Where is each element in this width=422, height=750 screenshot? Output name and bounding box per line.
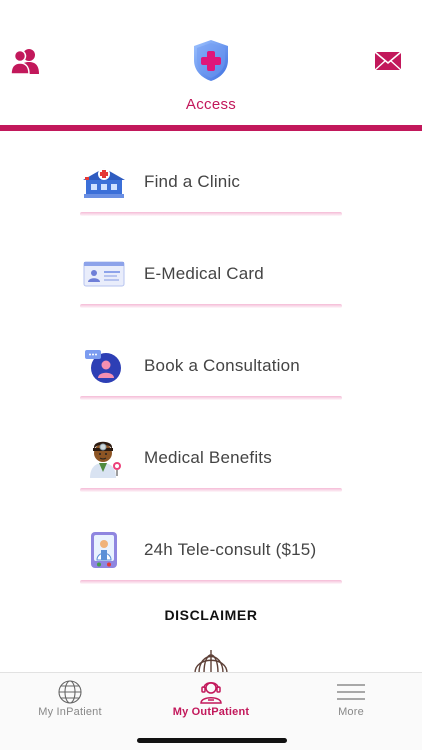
disclaimer-link[interactable]: DISCLAIMER bbox=[0, 607, 422, 623]
menu-item-label: Book a Consultation bbox=[144, 356, 300, 375]
menu-item-medical-benefits[interactable]: Medical Benefits bbox=[80, 412, 342, 504]
doctor-icon bbox=[81, 435, 127, 481]
profile-group-icon[interactable] bbox=[10, 47, 40, 75]
medical-shield-icon bbox=[189, 38, 233, 82]
menu-item-book-consultation[interactable]: Book a Consultation bbox=[80, 320, 342, 412]
headset-person-icon bbox=[197, 680, 225, 704]
menu-item-label: 24h Tele-consult ($15) bbox=[144, 540, 317, 559]
menu-item-label: E-Medical Card bbox=[144, 264, 264, 283]
item-divider bbox=[80, 488, 342, 492]
brand-logo-icon bbox=[192, 648, 230, 674]
item-divider bbox=[80, 396, 342, 400]
globe-icon bbox=[56, 680, 84, 704]
app-header: Access bbox=[0, 0, 422, 131]
mail-icon[interactable] bbox=[374, 50, 402, 72]
tab-my-outpatient[interactable]: My OutPatient bbox=[141, 673, 281, 729]
home-indicator bbox=[137, 738, 287, 743]
tab-label: My OutPatient bbox=[172, 706, 250, 718]
tab-label: More bbox=[338, 706, 364, 718]
menu-item-label: Medical Benefits bbox=[144, 448, 272, 467]
item-divider bbox=[80, 212, 342, 216]
tab-my-inpatient[interactable]: My InPatient bbox=[0, 673, 140, 729]
id-card-icon bbox=[81, 251, 127, 297]
menu-item-find-clinic[interactable]: Find a Clinic bbox=[80, 136, 342, 228]
access-menu: Find a Clinic E-Medical Card Book a Cons… bbox=[80, 136, 342, 596]
item-divider bbox=[80, 580, 342, 584]
phone-doctor-icon bbox=[81, 527, 127, 573]
item-divider bbox=[80, 304, 342, 308]
clinic-building-icon bbox=[81, 159, 127, 205]
chat-consultation-icon bbox=[81, 343, 127, 389]
menu-item-e-medical-card[interactable]: E-Medical Card bbox=[80, 228, 342, 320]
hamburger-menu-icon bbox=[337, 680, 365, 704]
menu-item-tele-consult[interactable]: 24h Tele-consult ($15) bbox=[80, 504, 342, 596]
header-divider bbox=[0, 125, 422, 131]
menu-item-label: Find a Clinic bbox=[144, 172, 241, 191]
tab-more[interactable]: More bbox=[281, 673, 421, 729]
page-title: Access bbox=[185, 96, 237, 113]
tab-label: My InPatient bbox=[38, 706, 102, 718]
